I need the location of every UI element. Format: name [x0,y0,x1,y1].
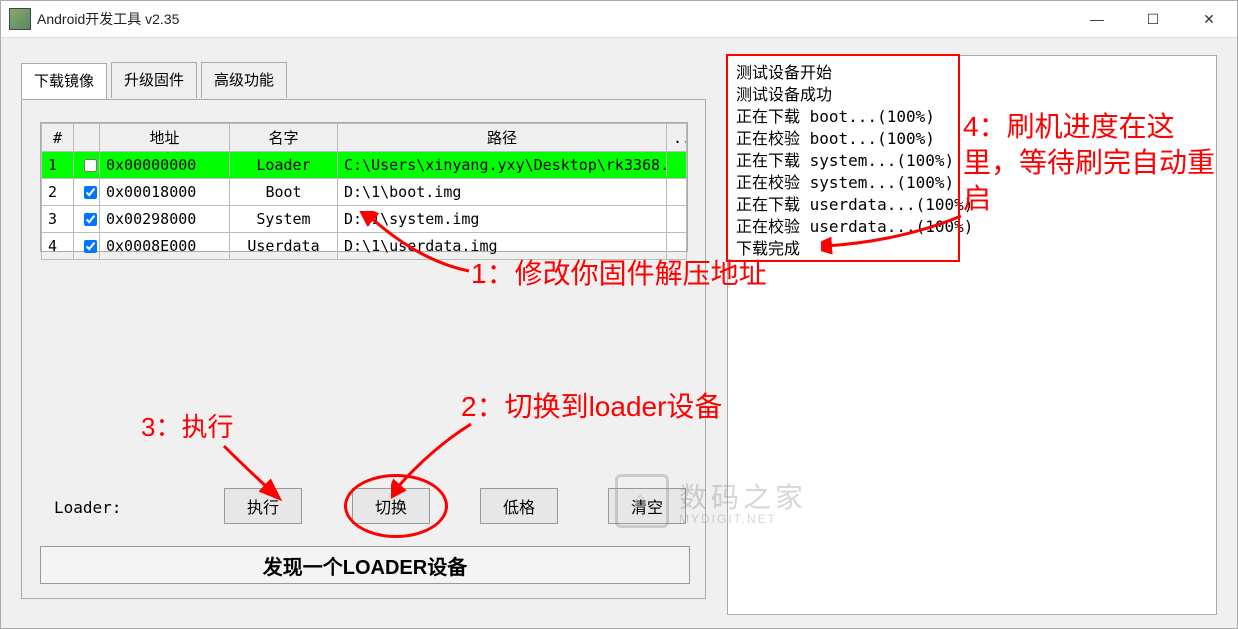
execute-button[interactable]: 执行 [224,488,302,524]
minimize-button[interactable]: — [1069,1,1125,37]
row-addr[interactable]: 0x00298000 [100,206,230,233]
row-end [667,179,687,206]
row-partition-name[interactable]: Userdata [230,233,338,260]
app-icon [9,8,31,30]
loader-label: Loader: [54,498,121,517]
titlebar: Android开发工具 v2.35 — ☐ ✕ [1,1,1237,38]
col-name[interactable]: 名字 [230,124,338,152]
col-end[interactable]: ... [667,124,687,152]
row-end [667,206,687,233]
table-row[interactable]: 1 0x00000000LoaderC:\Users\xinyang.yxy\De… [42,152,687,179]
row-path[interactable]: C:\Users\xinyang.yxy\Desktop\rk3368... [338,152,667,179]
table-row[interactable]: 2 0x00018000BootD:\1\boot.img [42,179,687,206]
table-header-row: # 地址 名字 路径 ... [42,124,687,152]
image-table: # 地址 名字 路径 ... 1 0x00000000LoaderC:\Users… [41,123,687,260]
row-end [667,152,687,179]
row-checkbox-cell[interactable] [74,233,100,260]
clear-button[interactable]: 清空 [608,488,686,524]
row-checkbox[interactable] [84,240,97,253]
row-partition-name[interactable]: Loader [230,152,338,179]
table-row[interactable]: 3 0x00298000SystemD:\1\system.img [42,206,687,233]
maximize-button[interactable]: ☐ [1125,1,1181,37]
row-addr[interactable]: 0x00000000 [100,152,230,179]
row-num: 2 [42,179,74,206]
row-checkbox[interactable] [84,213,97,226]
row-path[interactable]: D:\1\userdata.img [338,233,667,260]
status-bar: 发现一个LOADER设备 [40,546,690,584]
col-addr[interactable]: 地址 [100,124,230,152]
row-end [667,233,687,260]
image-table-wrap: # 地址 名字 路径 ... 1 0x00000000LoaderC:\Users… [40,122,688,252]
row-checkbox[interactable] [84,186,97,199]
row-addr[interactable]: 0x0008E000 [100,233,230,260]
low-format-button[interactable]: 低格 [480,488,558,524]
col-chk[interactable] [74,124,100,152]
row-path[interactable]: D:\1\system.img [338,206,667,233]
row-checkbox-cell[interactable] [74,152,100,179]
row-path[interactable]: D:\1\boot.img [338,179,667,206]
row-num: 3 [42,206,74,233]
col-path[interactable]: 路径 [338,124,667,152]
row-partition-name[interactable]: System [230,206,338,233]
col-num[interactable]: # [42,124,74,152]
table-row[interactable]: 4 0x0008E000UserdataD:\1\userdata.img [42,233,687,260]
app-window: Android开发工具 v2.35 — ☐ ✕ 下载镜像 升级固件 高级功能 #… [0,0,1238,629]
tab-upgrade-firmware[interactable]: 升级固件 [111,62,197,98]
switch-button[interactable]: 切换 [352,488,430,524]
tab-panel: # 地址 名字 路径 ... 1 0x00000000LoaderC:\Users… [21,99,706,599]
row-checkbox-cell[interactable] [74,179,100,206]
row-num: 1 [42,152,74,179]
window-title: Android开发工具 v2.35 [37,9,1069,29]
row-addr[interactable]: 0x00018000 [100,179,230,206]
row-num: 4 [42,233,74,260]
row-partition-name[interactable]: Boot [230,179,338,206]
tab-download-image[interactable]: 下载镜像 [21,63,107,99]
log-panel[interactable]: 测试设备开始 测试设备成功 正在下载 boot...(100%) 正在校验 bo… [727,55,1217,615]
row-checkbox-cell[interactable] [74,206,100,233]
row-checkbox[interactable] [84,159,97,172]
close-button[interactable]: ✕ [1181,1,1237,37]
tab-advanced[interactable]: 高级功能 [201,62,287,98]
